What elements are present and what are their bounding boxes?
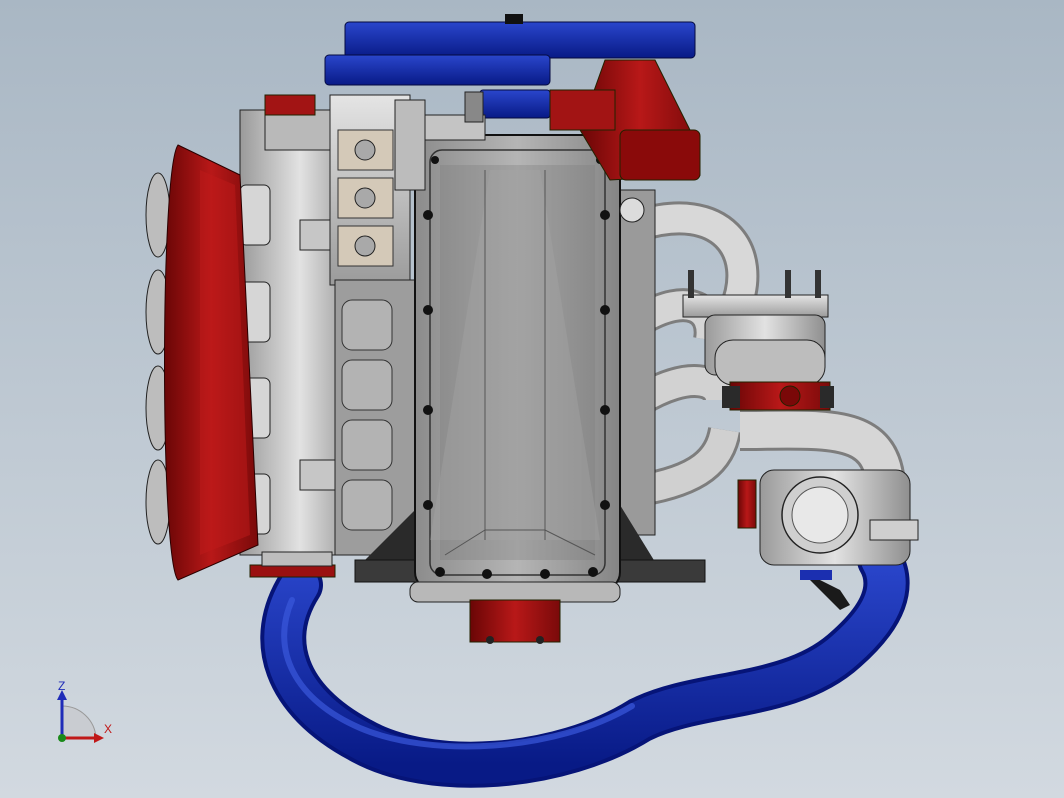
engine-model-scene[interactable]: Z X (0, 0, 1064, 798)
cad-viewport[interactable]: Z X (0, 0, 1064, 798)
x-axis-head (94, 733, 104, 743)
z-axis-label: Z (58, 679, 65, 693)
crank-pulley[interactable] (409, 581, 621, 644)
axis-triad: Z X (57, 679, 112, 743)
oil-pan[interactable] (414, 134, 621, 591)
x-axis-label: X (104, 722, 112, 736)
y-axis-dot (58, 734, 66, 742)
